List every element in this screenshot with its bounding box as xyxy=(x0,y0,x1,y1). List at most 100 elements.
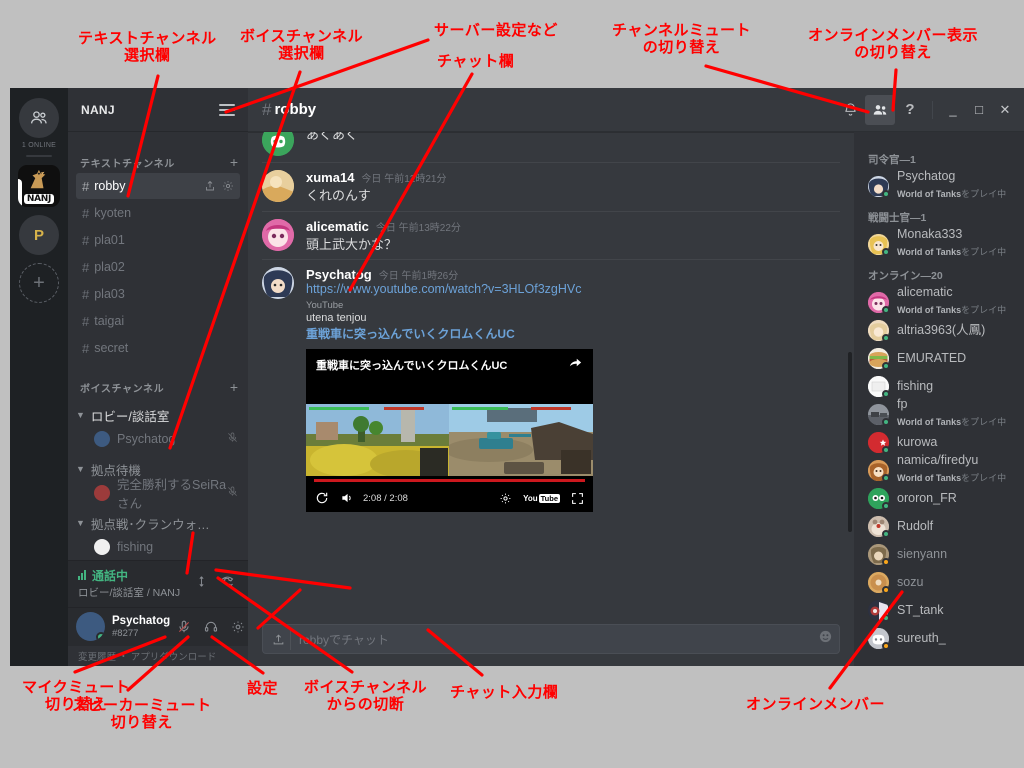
text-channel-taigai[interactable]: # taigai xyxy=(76,308,240,334)
avatar[interactable] xyxy=(76,612,105,642)
fullscreen-icon[interactable] xyxy=(571,492,584,505)
voice-channel-lobby[interactable]: ▼ ロビー/談話室 xyxy=(68,403,248,427)
member-row[interactable]: Psychatog World of Tanksをプレイ中 xyxy=(854,169,1024,200)
current-user-name: Psychatog xyxy=(112,614,171,627)
avatar xyxy=(868,487,890,510)
member-row[interactable]: ST_tank xyxy=(854,596,1024,624)
text-channel-pla02[interactable]: # pla02 xyxy=(76,254,240,280)
embed-title[interactable]: 重戦車に突っ込んでいくクロムくんUC xyxy=(306,325,840,342)
youtube-logo[interactable]: You Tube xyxy=(523,493,560,503)
member-row[interactable]: kurowa xyxy=(854,428,1024,456)
category-label: テキストチャンネル xyxy=(80,158,175,170)
voice-member[interactable]: Psychatog xyxy=(68,427,248,451)
voice-channel-kyotensen[interactable]: ▼ 拠点戦･クランウォ… xyxy=(68,511,248,535)
help-icon: ? xyxy=(905,101,915,118)
text-channel-kyoten[interactable]: # kyoten xyxy=(76,200,240,226)
member-activity: World of Tanksをプレイ中 xyxy=(897,305,1006,315)
member-row[interactable]: sureuth_ xyxy=(854,624,1024,652)
message-author[interactable]: xuma14 xyxy=(306,170,354,185)
status-badge xyxy=(882,585,890,594)
annotation-channel-mute: チャンネルミュート の切り替え xyxy=(612,21,752,57)
close-button[interactable]: ✕ xyxy=(992,97,1018,123)
member-row[interactable]: Monaka333 World of Tanksをプレイ中 xyxy=(854,227,1024,258)
message-text: くれのんす xyxy=(306,188,371,203)
member-row[interactable]: sozu xyxy=(854,568,1024,596)
voice-member-name: fishing xyxy=(117,540,154,554)
message-author[interactable]: Psychatog xyxy=(306,267,372,282)
voice-member[interactable]: fishing xyxy=(68,535,248,559)
help-button[interactable]: ? xyxy=(895,95,925,125)
guild-header[interactable]: NANJ xyxy=(68,88,248,132)
member-row[interactable]: fp World of Tanksをプレイ中 xyxy=(854,397,1024,428)
volume-icon[interactable] xyxy=(340,491,354,505)
disconnect-button[interactable] xyxy=(214,569,240,595)
mic-mute-button[interactable] xyxy=(170,613,197,640)
message-author[interactable]: alicematic xyxy=(306,219,369,234)
member-row[interactable]: EMURATED xyxy=(854,344,1024,372)
text-channel-robby[interactable]: # robby xyxy=(76,173,240,199)
upload-button[interactable] xyxy=(269,628,291,650)
member-row[interactable]: fishing xyxy=(854,372,1024,400)
avatar[interactable] xyxy=(262,132,294,156)
avatar[interactable] xyxy=(262,170,294,202)
message-text: 頭上武大かな？ xyxy=(306,236,398,252)
channel-label: pla03 xyxy=(94,287,125,301)
channel-list[interactable]: テキストチャンネル + # robby # kyoten # pla01 # p… xyxy=(68,132,248,560)
share-button[interactable] xyxy=(568,355,583,375)
member-row[interactable]: ororon_FR xyxy=(854,484,1024,512)
hamburger-menu-icon[interactable] xyxy=(219,101,235,119)
add-text-channel-icon[interactable]: + xyxy=(230,155,238,169)
ping-button[interactable] xyxy=(188,569,214,595)
member-row[interactable]: sienyann xyxy=(854,540,1024,568)
video-frame-right xyxy=(449,404,593,477)
category-voice-channels[interactable]: ボイスチャンネル + xyxy=(68,377,248,397)
chat-input[interactable]: robbyでチャット xyxy=(262,624,840,654)
member-name: sureuth_ xyxy=(897,631,946,645)
share-icon xyxy=(569,358,582,367)
page-title: # robby xyxy=(262,100,316,120)
server-icon-nanj[interactable]: NANJ xyxy=(18,165,60,207)
video-progress-bar[interactable] xyxy=(314,479,585,483)
status-badge xyxy=(882,417,890,426)
add-server-button[interactable]: + xyxy=(19,263,59,303)
member-activity: World of Tanksをプレイ中 xyxy=(897,189,1006,199)
server-icon-p[interactable]: P xyxy=(19,215,59,255)
notification-mute-button[interactable] xyxy=(835,95,865,125)
category-text-channels[interactable]: テキストチャンネル + xyxy=(68,152,248,172)
deafen-button[interactable] xyxy=(197,613,224,640)
avatar[interactable] xyxy=(262,267,294,300)
video-player[interactable]: 重戦車に突っ込んでいくクロムくんUC 2:08 / 2:08 You Tube xyxy=(306,349,593,513)
gear-icon[interactable] xyxy=(499,492,512,505)
friends-icon[interactable] xyxy=(19,98,59,138)
member-name: altria3963(人鳳) xyxy=(897,323,986,337)
maximize-button[interactable]: □ xyxy=(966,97,992,123)
text-channel-pla01[interactable]: # pla01 xyxy=(76,227,240,253)
member-row[interactable]: alicematic World of Tanksをプレイ中 xyxy=(854,285,1024,316)
invite-icon[interactable] xyxy=(204,180,216,192)
message-scrollbar[interactable] xyxy=(848,352,852,532)
chevron-down-icon: ▼ xyxy=(76,518,85,528)
replay-icon[interactable] xyxy=(315,491,329,505)
ping-icon xyxy=(199,576,203,587)
add-voice-channel-icon[interactable]: + xyxy=(230,380,238,394)
voice-member[interactable]: 完全勝利するSeiRaさん xyxy=(68,478,248,511)
status-badge xyxy=(882,333,890,342)
avatar[interactable] xyxy=(262,218,294,251)
avatar xyxy=(868,571,890,594)
message-list[interactable]: あくあく xuma14 今日 午前12時21分 くれのんす alicematic… xyxy=(248,132,854,616)
member-row[interactable]: Rudolf xyxy=(854,512,1024,540)
member-row[interactable]: altria3963(人鳳) xyxy=(854,316,1024,344)
gear-icon[interactable] xyxy=(222,180,234,192)
member-list[interactable]: 司令官—1 Psychatog World of Tanksをプレイ中 戦闘士官… xyxy=(854,132,1024,666)
emoji-button[interactable] xyxy=(818,629,833,649)
toggle-member-list-button[interactable] xyxy=(865,94,895,125)
minimize-button[interactable]: _ xyxy=(940,97,966,123)
text-channel-pla03[interactable]: # pla03 xyxy=(76,281,240,307)
message-link[interactable]: https://www.youtube.com/watch?v=3HLOf3zg… xyxy=(306,282,840,296)
member-game: World of Tanks xyxy=(897,416,962,427)
text-channel-secret[interactable]: # secret xyxy=(76,335,240,361)
channel-name: robby xyxy=(274,101,317,118)
status-badge xyxy=(882,361,890,370)
sidebar-footer[interactable]: 変更履歴 ・ アプリダウンロード xyxy=(68,646,248,666)
member-row[interactable]: namica/firedyu World of Tanksをプレイ中 xyxy=(854,453,1024,484)
